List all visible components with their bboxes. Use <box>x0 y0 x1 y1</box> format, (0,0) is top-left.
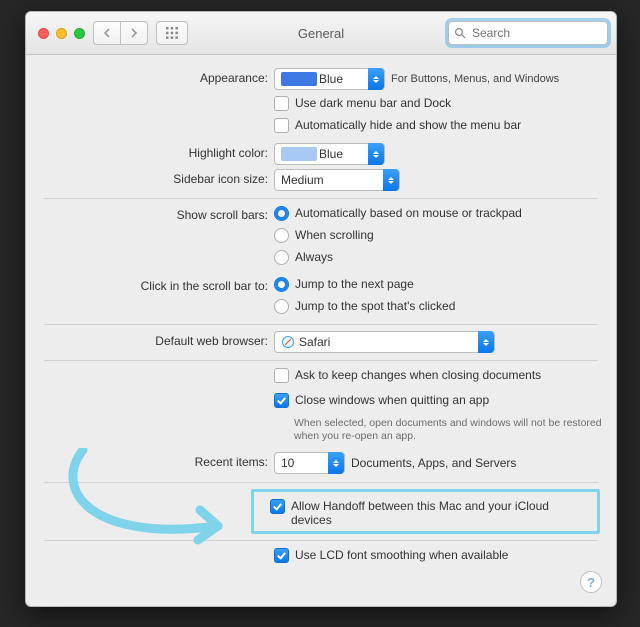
scrollbars-when-label: When scrolling <box>295 227 374 242</box>
general-preferences-window: General Appearance: Blue For Buttons, Me… <box>25 11 617 607</box>
highlight-value: Blue <box>319 147 343 161</box>
back-button[interactable] <box>93 21 120 45</box>
minimize-icon[interactable] <box>56 28 67 39</box>
forward-button[interactable] <box>120 21 148 45</box>
auto-hide-label: Automatically hide and show the menu bar <box>295 117 521 132</box>
lcd-checkbox[interactable] <box>274 548 289 563</box>
scrollbars-always-label: Always <box>295 249 333 264</box>
ask-checkbox[interactable] <box>274 368 289 383</box>
click-scroll-label: Click in the scroll bar to: <box>26 276 274 293</box>
appearance-swatch <box>281 72 317 86</box>
content-area: Appearance: Blue For Buttons, Menus, and… <box>26 54 616 606</box>
browser-label: Default web browser: <box>26 331 274 348</box>
browser-value: Safari <box>299 335 330 349</box>
row-auto-hide: Automatically hide and show the menu bar <box>26 117 616 139</box>
appearance-popup[interactable]: Blue <box>274 68 385 90</box>
recent-popup[interactable]: 10 <box>274 452 345 474</box>
row-sidebar: Sidebar icon size: Medium <box>26 169 616 191</box>
search-field[interactable] <box>448 21 608 45</box>
highlight-swatch <box>281 147 317 161</box>
sidebar-value: Medium <box>281 173 324 187</box>
appearance-note: For Buttons, Menus, and Windows <box>391 73 559 85</box>
show-all-button[interactable] <box>156 21 188 45</box>
zoom-icon[interactable] <box>74 28 85 39</box>
close-windows-checkbox[interactable] <box>274 393 289 408</box>
search-icon <box>454 27 466 39</box>
help-button[interactable]: ? <box>580 571 602 593</box>
handoff-label: Allow Handoff between this Mac and your … <box>291 498 587 527</box>
close-windows-hint: When selected, open documents and window… <box>294 417 604 443</box>
window-controls <box>34 28 85 39</box>
search-input[interactable] <box>470 25 602 41</box>
separator <box>44 482 598 483</box>
scrollbars-auto-radio[interactable] <box>274 206 289 221</box>
row-highlight: Highlight color: Blue <box>26 143 616 165</box>
sidebar-label: Sidebar icon size: <box>26 169 274 186</box>
appearance-label: Appearance: <box>26 68 274 85</box>
nav-segmented <box>93 21 148 45</box>
recent-note: Documents, Apps, and Servers <box>351 456 516 470</box>
grid-icon <box>165 26 179 40</box>
chevron-left-icon <box>103 28 111 38</box>
titlebar: General <box>26 12 616 55</box>
updown-icon <box>368 143 384 165</box>
click-scroll-page-label: Jump to the next page <box>295 276 414 291</box>
recent-label: Recent items: <box>26 452 274 469</box>
updown-icon <box>328 452 344 474</box>
row-appearance: Appearance: Blue For Buttons, Menus, and… <box>26 68 616 90</box>
row-scrollbars: Show scroll bars: Automatically based on… <box>26 205 616 268</box>
browser-popup[interactable]: Safari <box>274 331 495 353</box>
separator <box>44 360 598 361</box>
updown-icon <box>368 68 384 90</box>
separator <box>44 198 598 199</box>
lcd-label: Use LCD font smoothing when available <box>295 547 508 562</box>
updown-icon <box>478 331 494 353</box>
scrollbars-always-radio[interactable] <box>274 250 289 265</box>
highlight-label: Highlight color: <box>26 143 274 160</box>
close-icon[interactable] <box>38 28 49 39</box>
chevron-right-icon <box>130 28 138 38</box>
row-dark-mode: Use dark menu bar and Dock <box>26 95 616 117</box>
click-scroll-spot-radio[interactable] <box>274 299 289 314</box>
sidebar-popup[interactable]: Medium <box>274 169 400 191</box>
updown-icon <box>383 169 399 191</box>
scrollbars-auto-label: Automatically based on mouse or trackpad <box>295 205 522 220</box>
ask-label: Ask to keep changes when closing documen… <box>295 367 541 382</box>
dark-mode-label: Use dark menu bar and Dock <box>295 95 451 110</box>
separator <box>44 324 598 325</box>
click-scroll-spot-label: Jump to the spot that's clicked <box>295 298 455 313</box>
row-ask: Ask to keep changes when closing documen… <box>26 367 616 443</box>
click-scroll-page-radio[interactable] <box>274 277 289 292</box>
handoff-checkbox[interactable] <box>270 499 285 514</box>
row-browser: Default web browser: Safari <box>26 331 616 353</box>
separator <box>44 540 598 541</box>
handoff-highlight: Allow Handoff between this Mac and your … <box>251 489 600 534</box>
scrollbars-label: Show scroll bars: <box>26 205 274 222</box>
row-lcd: Use LCD font smoothing when available <box>26 547 616 569</box>
row-recent: Recent items: 10 Documents, Apps, and Se… <box>26 452 616 474</box>
close-windows-label: Close windows when quitting an app <box>295 392 489 407</box>
scrollbars-when-radio[interactable] <box>274 228 289 243</box>
appearance-value: Blue <box>319 72 343 86</box>
recent-value: 10 <box>281 456 294 470</box>
auto-hide-checkbox[interactable] <box>274 118 289 133</box>
row-click-scroll: Click in the scroll bar to: Jump to the … <box>26 276 616 317</box>
highlight-popup[interactable]: Blue <box>274 143 385 165</box>
dark-mode-checkbox[interactable] <box>274 96 289 111</box>
safari-icon <box>281 335 295 349</box>
